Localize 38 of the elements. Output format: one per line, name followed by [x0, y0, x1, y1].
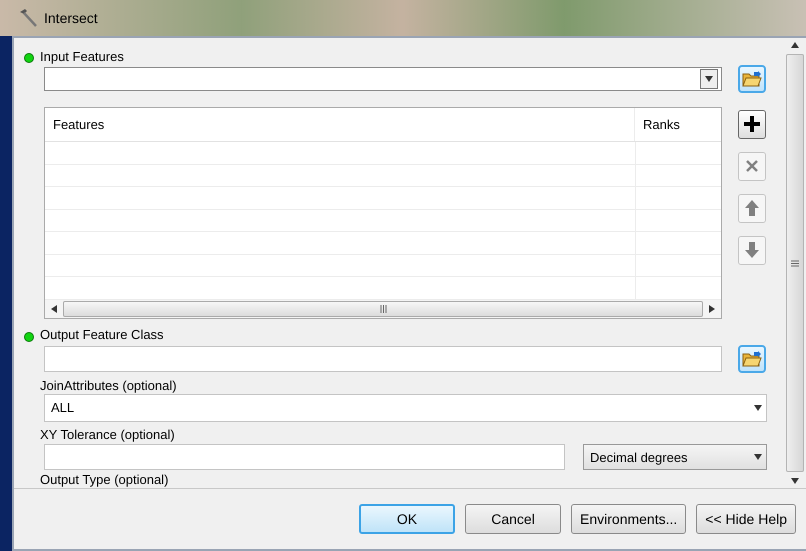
join-attributes-dropdown[interactable]: ALL [44, 394, 767, 422]
xy-tolerance-field[interactable] [44, 444, 565, 470]
hammer-icon [18, 8, 38, 28]
dialog-button[interactable]: OK [359, 504, 456, 534]
field-label: Input Features [40, 48, 124, 64]
dropdown-arrow-icon [753, 402, 763, 413]
column-header[interactable]: Ranks [635, 108, 721, 141]
dropdown-arrow-icon [704, 74, 714, 84]
field-label: XY Tolerance (optional) [40, 426, 175, 442]
dialog-button[interactable]: << Hide Help [696, 504, 796, 534]
input-features-dropdown[interactable] [44, 66, 722, 91]
grip-icon [790, 260, 798, 266]
browse-button[interactable] [738, 64, 766, 93]
plus-icon [743, 115, 761, 134]
dialog-button[interactable]: Cancel [465, 504, 562, 534]
horizontal-scrollbar[interactable] [45, 300, 721, 318]
grip-icon [380, 304, 386, 313]
add-button[interactable] [738, 110, 766, 139]
field-label: Output Feature Class [40, 327, 164, 342]
right-arrow-icon [707, 304, 717, 314]
units-dropdown[interactable]: Decimal degrees [583, 444, 767, 470]
dropdown-value: ALL [51, 400, 74, 416]
left-arrow-icon [49, 304, 59, 314]
window-title: Intersect [44, 10, 98, 26]
output-feature-class-field[interactable] [44, 346, 722, 372]
field-label: JoinAttributes (optional) [40, 378, 177, 393]
close-icon [745, 159, 759, 174]
up-arrow-icon [790, 40, 800, 50]
dropdown-value: Decimal degrees [590, 450, 688, 465]
down-arrow-icon [790, 476, 800, 486]
down-arrow-icon [744, 241, 760, 260]
up-arrow-icon [744, 199, 760, 218]
dropdown-arrow-icon [753, 452, 763, 462]
browse-button[interactable] [738, 345, 766, 374]
field-label: Output Type (optional) [40, 472, 168, 488]
dropdown-button[interactable] [700, 68, 718, 89]
dialog-button[interactable]: Environments... [571, 504, 686, 534]
column-header[interactable]: Features [45, 108, 635, 141]
